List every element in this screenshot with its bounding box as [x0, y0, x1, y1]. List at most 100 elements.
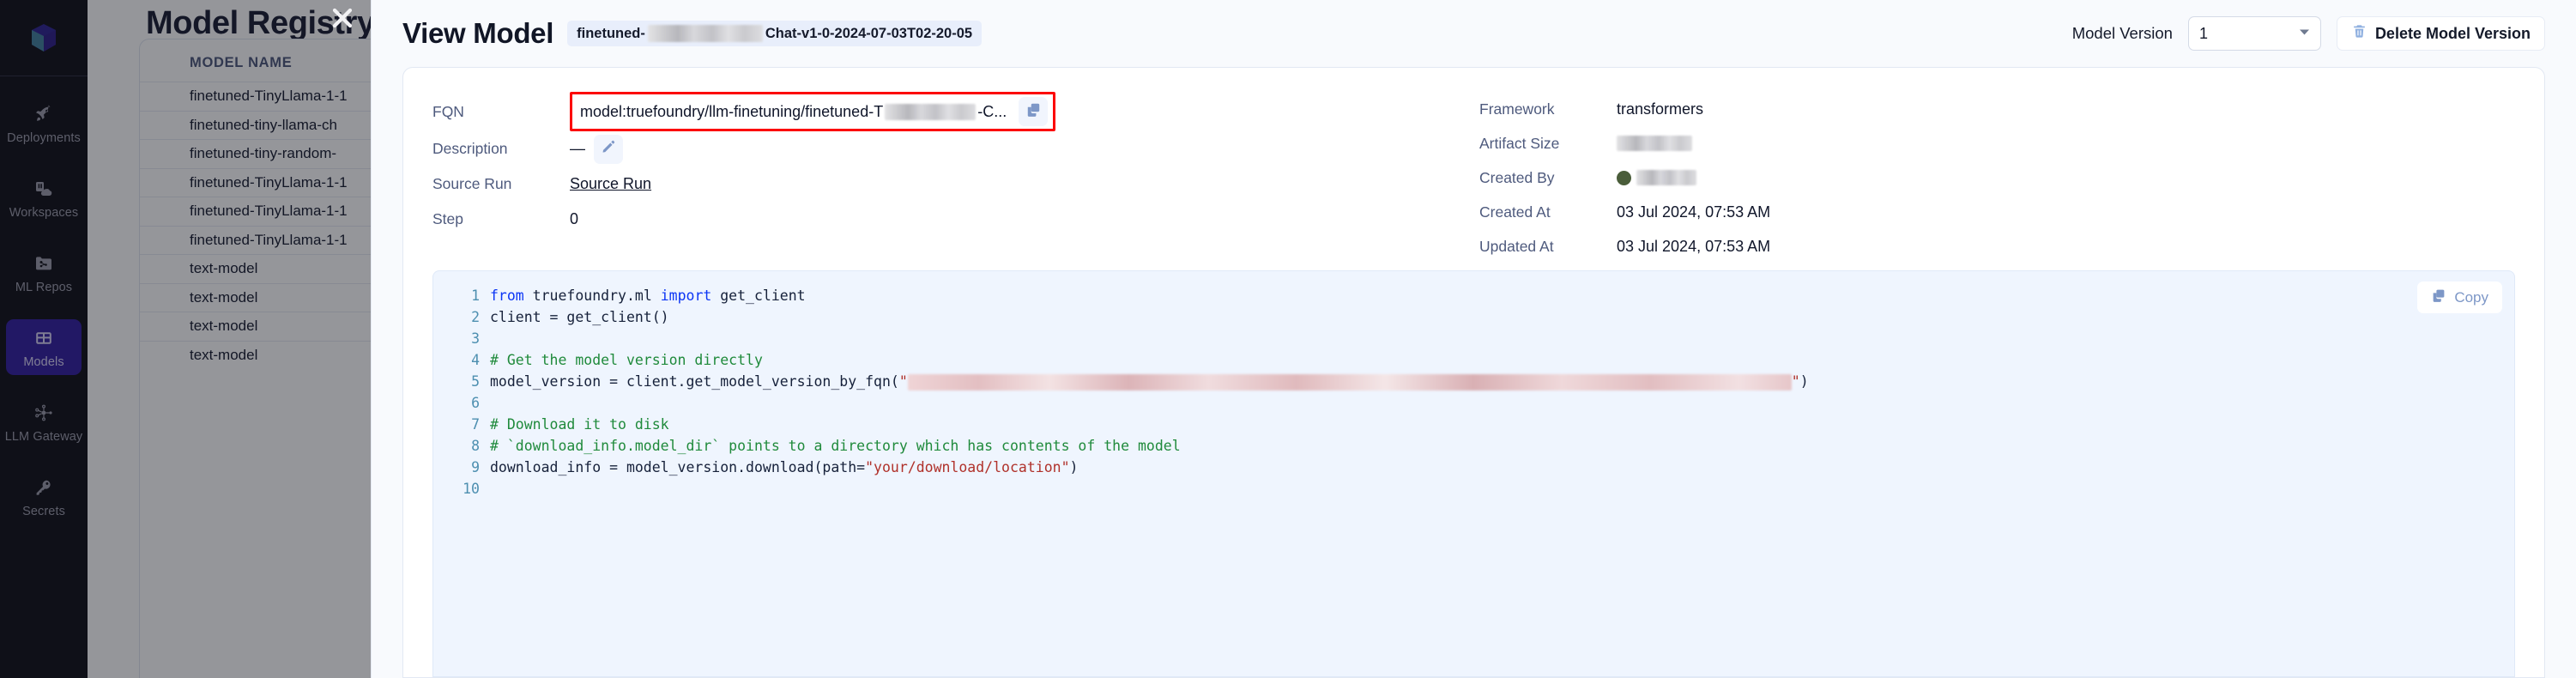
code-line: 9 download_info = model_version.download(… — [433, 457, 2514, 478]
redacted-model-name — [647, 25, 763, 42]
code-line: 4 # Get the model version directly — [433, 349, 2514, 371]
copy-code-button[interactable]: Copy — [2417, 281, 2502, 313]
detail-row-updated-at: Updated At 03 Jul 2024, 07:53 AM — [1479, 229, 1770, 263]
drawer-title: View Model — [402, 17, 554, 49]
usage-code-panel: Copy 1 from truefoundry.ml import get_cli… — [403, 270, 2544, 677]
model-version-label: Model Version — [2071, 24, 2173, 42]
copy-fqn-button[interactable] — [1019, 97, 1049, 126]
framework-value: transformers — [1617, 100, 1704, 118]
avatar — [1617, 170, 1631, 185]
edit-pencil-icon — [601, 139, 616, 159]
fqn-suffix: -C... — [977, 102, 1007, 120]
code-token: download_info = model_version.download(p… — [490, 459, 866, 475]
redacted-created-by — [1636, 170, 1696, 185]
copy-label: Copy — [2454, 288, 2488, 306]
detail-key: Artifact Size — [1479, 134, 1560, 152]
detail-row-created-by: Created By — [1479, 160, 1770, 195]
chip-prefix: finetuned- — [577, 25, 645, 41]
code-line: 10 — [433, 478, 2514, 499]
description-value: — — [570, 140, 585, 157]
created-at-value: 03 Jul 2024, 07:53 AM — [1617, 203, 1771, 221]
copy-icon — [1025, 101, 1042, 122]
close-icon[interactable] — [326, 2, 359, 34]
line-number: 9 — [471, 459, 480, 475]
line-number: 5 — [471, 373, 480, 390]
detail-key: Created At — [1479, 203, 1551, 221]
code-line: 3 — [433, 328, 2514, 349]
code-token: get_client — [711, 288, 806, 304]
artifact-size-value — [1617, 136, 1692, 151]
chip-suffix: Chat-v1-0-2024-07-03T02-20-05 — [765, 25, 973, 41]
line-number: 4 — [471, 352, 480, 368]
detail-key: Updated At — [1479, 237, 1554, 255]
info-column-left: FQN model:truefoundry/llm-finetuning/fin… — [403, 92, 1459, 263]
line-number: 1 — [471, 288, 480, 304]
code-line: 5 model_version = client.get_model_versio… — [433, 371, 2514, 392]
fqn-prefix: model:truefoundry/llm-finetuning/finetun… — [580, 102, 884, 120]
line-number: 3 — [471, 330, 480, 347]
code-token: " — [1791, 373, 1800, 390]
model-version-value: 1 — [2198, 24, 2208, 42]
code-text: from truefoundry.ml import get_client — [490, 285, 806, 306]
updated-at-value: 03 Jul 2024, 07:53 AM — [1617, 237, 1771, 255]
code-token: # Download it to disk — [490, 416, 669, 433]
detail-key: Description — [432, 140, 508, 157]
code-line: 2 client = get_client() — [433, 306, 2514, 328]
edit-description-button[interactable] — [594, 134, 623, 164]
code-text: # Download it to disk — [490, 414, 669, 435]
code-text: # `download_info.model_dir` points to a … — [490, 435, 1181, 457]
drawer-header: View Model finetuned- Chat-v1-0-2024-07-… — [372, 0, 2576, 67]
model-detail-card: FQN model:truefoundry/llm-finetuning/fin… — [402, 67, 2545, 678]
chevron-down-icon — [2299, 28, 2310, 39]
detail-row-description: Description — — [432, 131, 1459, 166]
delete-model-version-button[interactable]: Delete Model Version — [2336, 16, 2545, 51]
code-line: 8 # `download_info.model_dir` points to a… — [433, 435, 2514, 457]
view-model-drawer: View Model finetuned- Chat-v1-0-2024-07-… — [371, 0, 2576, 678]
model-version-select[interactable]: 1 — [2187, 16, 2321, 51]
detail-value: Source Run — [570, 175, 651, 193]
detail-key: Created By — [1479, 168, 1555, 186]
detail-key: Step — [432, 210, 463, 227]
info-column-right: Framework transformers Artifact Size Cre… — [1459, 92, 1770, 263]
detail-row-fqn: FQN model:truefoundry/llm-finetuning/fin… — [432, 92, 1459, 131]
copy-icon — [2431, 288, 2446, 307]
detail-row-artifact-size: Artifact Size — [1479, 126, 1770, 160]
detail-row-framework: Framework transformers — [1479, 92, 1770, 126]
code-line: 6 — [433, 392, 2514, 414]
code-token: import — [660, 288, 712, 304]
detail-key: Framework — [1479, 100, 1555, 118]
code-line: 1 from truefoundry.ml import get_client — [433, 285, 2514, 306]
redacted-artifact-size — [1617, 136, 1692, 151]
code-token: " — [898, 373, 908, 390]
line-number: 6 — [471, 395, 480, 411]
trash-icon — [2351, 23, 2367, 44]
detail-key: FQN — [432, 102, 464, 120]
line-number: 2 — [471, 309, 480, 325]
line-number: 8 — [471, 438, 480, 454]
line-number: 7 — [471, 416, 480, 433]
code-text: # Get the model version directly — [490, 349, 763, 371]
code-text: client = get_client() — [490, 306, 669, 328]
modal-backdrop[interactable] — [0, 0, 371, 678]
detail-row-step: Step 0 — [432, 202, 1459, 237]
fqn-highlight-box: model:truefoundry/llm-finetuning/finetun… — [570, 92, 1056, 131]
code-lines[interactable]: 1 from truefoundry.ml import get_client 2 c… — [433, 271, 2514, 499]
source-run-link[interactable]: Source Run — [570, 175, 651, 193]
code-token: from — [490, 288, 524, 304]
code-text: download_info = model_version.download(p… — [490, 457, 1078, 478]
model-name-chip: finetuned- Chat-v1-0-2024-07-03T02-20-05 — [567, 21, 983, 46]
delete-button-label: Delete Model Version — [2374, 24, 2531, 42]
code-token: # `download_info.model_dir` points to a … — [490, 438, 1181, 454]
fqn-value: model:truefoundry/llm-finetuning/finetun… — [572, 103, 1007, 121]
redacted-fqn-segment — [885, 103, 977, 120]
detail-key: Source Run — [432, 175, 512, 192]
created-by-value — [1617, 170, 1696, 185]
code-text: model_version = client.get_model_version… — [490, 371, 1809, 392]
code-token: "your/download/location" — [865, 459, 1070, 475]
code-token: truefoundry.ml — [523, 288, 661, 304]
code-token: ) — [1799, 373, 1809, 390]
code-token: # Get the model version directly — [490, 352, 763, 368]
